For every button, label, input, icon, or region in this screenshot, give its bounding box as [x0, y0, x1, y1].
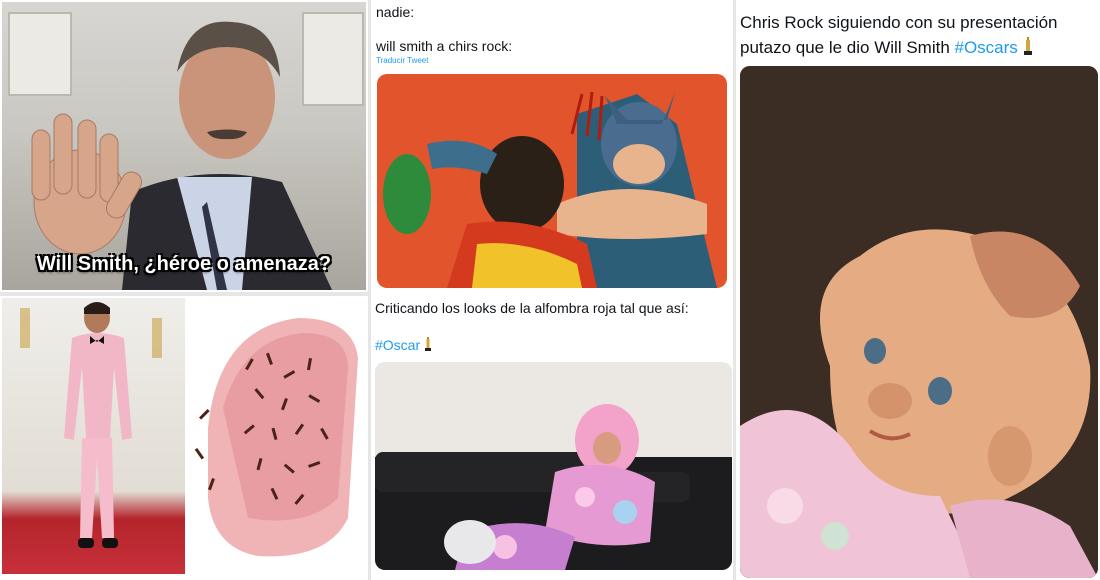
tweet-line-with-hashtag: putazo que le dio Will Smith #Oscars	[740, 35, 1058, 60]
tweet-batman-slap: nadie: will smith a chirs rock: Traducir…	[372, 0, 732, 290]
meme-caption: Will Smith, ¿héroe o amenaza?	[36, 253, 332, 275]
tweet-line: Chris Rock siguiendo con su presentación	[740, 13, 1058, 32]
tweet-text-block: Chris Rock siguiendo con su presentación…	[740, 10, 1058, 60]
tweet-line: nadie:	[376, 4, 415, 20]
tweet-red-carpet: Criticando los looks de la alfombra roja…	[372, 298, 732, 574]
tweet-doll: Chris Rock siguiendo con su presentación…	[736, 0, 1100, 580]
meme-pink-suit	[2, 298, 366, 574]
hashtag-link[interactable]: #Oscars	[955, 38, 1018, 57]
hashtag-link[interactable]: #Oscar	[375, 337, 420, 353]
woman-on-sofa-photo	[375, 362, 732, 570]
tweet-line: will smith a chirs rock:	[376, 38, 513, 54]
translate-tweet-link[interactable]: Traducir Tweet	[376, 56, 428, 65]
oscar-statuette-icon	[1023, 36, 1033, 56]
pink-suit-figure	[20, 302, 162, 548]
tweet-line-text: putazo que le dio Will Smith	[740, 38, 955, 57]
man-illustration	[31, 21, 332, 290]
photo-pink-suit	[2, 298, 185, 574]
tweet-hashtag-line: #Oscar	[375, 336, 432, 353]
pink-brownie-illustration	[194, 318, 358, 557]
row-divider	[0, 292, 368, 296]
tweet-media-doll[interactable]	[740, 66, 1098, 578]
doll-with-dented-head-photo	[740, 66, 1098, 578]
tweet-media-batman[interactable]	[377, 74, 727, 288]
batman-slapping-robin-illustration	[383, 91, 717, 288]
oscar-statuette-icon	[424, 336, 432, 352]
photo-pink-brownie	[188, 298, 366, 574]
column-divider	[368, 0, 371, 580]
meme-jj-jameson: Will Smith, ¿héroe o amenaza?	[2, 2, 366, 290]
tweet-media-drag-queen[interactable]	[375, 362, 732, 570]
tweet-line: Criticando los looks de la alfombra roja…	[375, 300, 689, 316]
